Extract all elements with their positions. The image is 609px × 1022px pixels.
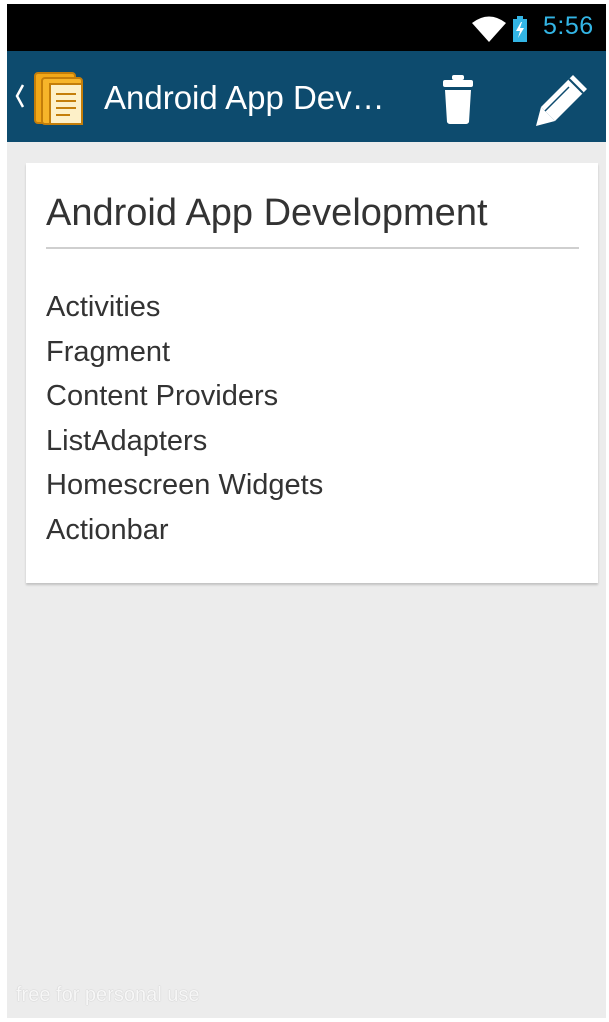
note-title: Android App Development [46,192,488,234]
title-divider [46,247,579,249]
list-item: Fragment [46,335,171,368]
notes-app-icon[interactable] [34,70,90,126]
list-item: Content Providers [46,380,279,412]
edit-button[interactable] [533,69,593,129]
action-bar: Android App Dev… [7,51,606,142]
delete-button[interactable] [435,73,481,125]
wifi-icon [472,16,506,42]
list-item: Actionbar [46,513,169,546]
status-clock: 5:56 [543,12,594,40]
note-card: Android App Development Activities Fragm… [26,163,598,583]
list-item: Homescreen Widgets [46,469,324,501]
battery-charging-icon [513,16,527,42]
up-caret-icon[interactable] [13,81,27,111]
pencil-icon [536,75,587,126]
watermark-text: free for personal use [16,984,200,1006]
action-bar-title: Android App Dev… [104,79,385,116]
list-item: Activities [46,291,161,323]
list-item: ListAdapters [46,424,208,457]
app-screen: 5:56 Android App Dev… Android App Develo… [7,4,606,1018]
status-bar: 5:56 [7,4,606,51]
trash-icon [443,75,473,124]
note-body-list: Activities Fragment Content Providers Li… [46,285,323,552]
